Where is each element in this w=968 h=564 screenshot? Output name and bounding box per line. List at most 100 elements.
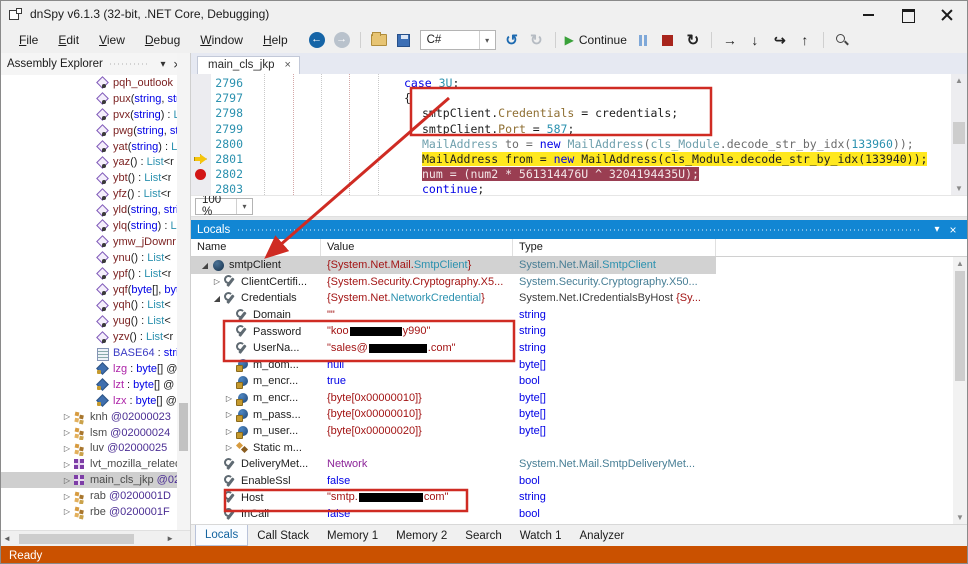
locals-value[interactable]: {byte[0x00000020]}	[321, 423, 513, 440]
show-next-statement-button[interactable]: →	[721, 30, 739, 50]
step-into-button[interactable]: ↓	[746, 30, 764, 50]
tree-item[interactable]: ypf() : List<r	[1, 266, 190, 282]
tree-item[interactable]: ybt() : List<r	[1, 170, 190, 186]
tree-item[interactable]: yug() : List<	[1, 313, 190, 329]
tree-item[interactable]: pqh_outlook	[1, 75, 190, 91]
locals-row-static-m-[interactable]: ▷Static m...	[191, 440, 967, 457]
tree-item[interactable]: ynu() : List<	[1, 250, 190, 266]
locals-row-m-encr-[interactable]: ▷m_encr...{byte[0x00000010]}byte[]	[191, 390, 967, 407]
expander-icon[interactable]: ▷	[61, 460, 73, 469]
locals-value[interactable]: Network	[321, 456, 513, 473]
continue-button[interactable]: ▶ Continue	[565, 30, 627, 50]
locals-row-userna-[interactable]: UserNa..."sales@.com"string	[191, 340, 967, 357]
close-button[interactable]	[940, 9, 953, 20]
scroll-down-icon[interactable]: ▼	[951, 184, 967, 193]
menu-view[interactable]: View	[89, 30, 135, 50]
menu-debug[interactable]: Debug	[135, 30, 190, 50]
code-line[interactable]: MailAddress from = new MailAddress(cls_M…	[254, 152, 951, 167]
expander-icon[interactable]: ▷	[223, 394, 235, 403]
scroll-up-icon[interactable]: ▲	[953, 259, 967, 268]
panel-drag-grip[interactable]	[238, 227, 921, 232]
expander-icon[interactable]: ▷	[61, 476, 73, 485]
locals-value[interactable]: "kooy990"	[321, 323, 513, 340]
locals-value[interactable]	[321, 440, 513, 457]
search-button[interactable]	[833, 30, 851, 50]
tree-item[interactable]: lzt : byte[] @	[1, 377, 190, 393]
tree-item[interactable]: yqh() : List<	[1, 297, 190, 313]
pause-button[interactable]	[634, 30, 652, 50]
panel-close-icon[interactable]: ×	[945, 223, 961, 237]
tree-item[interactable]: ylq(string) : List<	[1, 218, 190, 234]
tree-item[interactable]: yzv() : List<r	[1, 329, 190, 345]
tree-item[interactable]: yat(string) : List<	[1, 139, 190, 155]
navigate-back-button[interactable]: ←	[308, 30, 326, 50]
locals-row-m-user-[interactable]: ▷m_user...{byte[0x00000020]}byte[]	[191, 423, 967, 440]
locals-row-m-dom-[interactable]: m_dom...nullbyte[]	[191, 357, 967, 374]
code-line[interactable]: smtpClient.Port = 587;	[254, 122, 951, 137]
tree-item[interactable]: ▷lvt_mozilla_related	[1, 456, 190, 472]
panel-menu-chevron-icon[interactable]: ▾	[156, 59, 170, 70]
maximize-button[interactable]	[901, 9, 914, 20]
menu-file[interactable]: File	[9, 30, 48, 50]
locals-value[interactable]: false	[321, 506, 513, 523]
code-line[interactable]: continue;	[254, 182, 951, 196]
tab-locals[interactable]: Locals	[195, 525, 248, 546]
scroll-right-icon[interactable]: ►	[166, 534, 174, 543]
tree-vertical-scrollbar[interactable]	[177, 53, 190, 546]
stop-button[interactable]	[659, 30, 677, 50]
locals-value[interactable]: null	[321, 357, 513, 374]
menu-edit[interactable]: Edit	[48, 30, 89, 50]
tab-watch-1[interactable]: Watch 1	[511, 525, 571, 546]
locals-value[interactable]: {byte[0x00000010]}	[321, 390, 513, 407]
tab-memory-1[interactable]: Memory 1	[318, 525, 387, 546]
locals-value[interactable]: true	[321, 373, 513, 390]
scroll-left-icon[interactable]: ◄	[3, 534, 11, 543]
navigate-forward-button[interactable]: →	[333, 30, 351, 50]
expander-icon[interactable]: ◢	[211, 294, 223, 303]
locals-vertical-scrollbar[interactable]: ▲ ▼	[953, 257, 967, 524]
expander-icon[interactable]: ▷	[61, 507, 73, 516]
locals-value[interactable]: {System.Net.Mail.SmtpClient}	[321, 257, 513, 274]
locals-row-smtpclient[interactable]: ◢smtpClient{System.Net.Mail.SmtpClient}S…	[191, 257, 967, 274]
locals-row-credentials[interactable]: ◢Credentials{System.Net.NetworkCredentia…	[191, 290, 967, 307]
tab-main-cls-jkp[interactable]: main_cls_jkp ×	[197, 56, 300, 74]
column-header-name[interactable]: Name	[191, 239, 321, 256]
locals-row-enablessl[interactable]: EnableSslfalsebool	[191, 473, 967, 490]
expander-icon[interactable]: ▷	[61, 492, 73, 501]
expander-icon[interactable]: ▷	[61, 428, 73, 437]
locals-value[interactable]: {System.Security.Cryptography.X5...	[321, 274, 513, 291]
language-combobox[interactable]: C# ▾	[420, 30, 496, 50]
restart-button[interactable]: ↻	[684, 30, 702, 50]
code-line[interactable]: MailAddress to = new MailAddress(cls_Mod…	[254, 137, 951, 152]
tree-item[interactable]: ▷lsm @02000024	[1, 425, 190, 441]
code-line[interactable]: {	[254, 91, 951, 106]
undo-button[interactable]: ↺	[503, 30, 521, 50]
locals-row-m-pass-[interactable]: ▷m_pass...{byte[0x00000010]}byte[]	[191, 406, 967, 423]
breakpoint-icon[interactable]	[195, 169, 206, 180]
expander-icon[interactable]: ▷	[211, 277, 223, 286]
column-header-value[interactable]: Value	[321, 239, 513, 256]
tree-item[interactable]: ymw_jDownr	[1, 234, 190, 250]
tree-item[interactable]: lzx : byte[] @	[1, 393, 190, 409]
locals-row-m-encr-[interactable]: m_encr...truebool	[191, 373, 967, 390]
tab-analyzer[interactable]: Analyzer	[570, 525, 633, 546]
tree-item[interactable]: yfz() : List<r	[1, 186, 190, 202]
tree-item[interactable]: pux(string, string)	[1, 91, 190, 107]
code-line[interactable]: smtpClient.Credentials = credentials;	[254, 106, 951, 121]
panel-drag-grip[interactable]	[110, 62, 149, 67]
tab-close-icon[interactable]: ×	[284, 59, 290, 71]
scroll-down-icon[interactable]: ▼	[953, 513, 967, 522]
tree-item[interactable]: ▷luv @02000025	[1, 440, 190, 456]
locals-value[interactable]: "smtp.com"	[321, 489, 513, 506]
locals-value[interactable]: ""	[321, 307, 513, 324]
tab-search[interactable]: Search	[456, 525, 510, 546]
menu-window[interactable]: Window	[190, 30, 253, 50]
expander-icon[interactable]: ▷	[223, 443, 235, 452]
locals-value[interactable]: false	[321, 473, 513, 490]
scroll-thumb[interactable]	[953, 122, 965, 144]
scroll-up-icon[interactable]: ▲	[951, 76, 967, 85]
tree-item[interactable]: ▷rab @0200001D	[1, 488, 190, 504]
breakpoint-gutter[interactable]	[191, 74, 211, 195]
locals-row-host[interactable]: Host"smtp.com"string	[191, 489, 967, 506]
locals-value[interactable]: "sales@.com"	[321, 340, 513, 357]
